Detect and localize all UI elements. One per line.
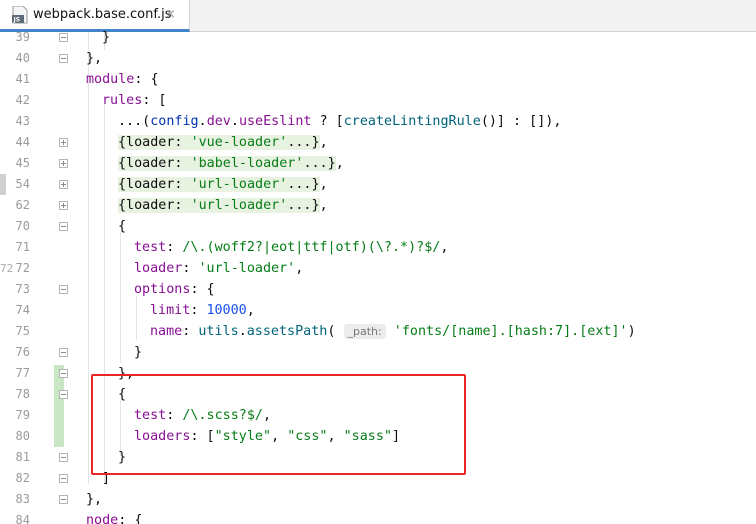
code-line: }, (86, 51, 103, 66)
line-number: 40 (15, 51, 30, 65)
fold-collapse-icon[interactable] (59, 453, 68, 462)
line-number: 71 (15, 240, 30, 254)
line-number: 41 (15, 72, 30, 86)
js-icon-label: JS (13, 17, 21, 24)
fold-collapse-icon[interactable] (59, 54, 68, 63)
line-number: 42 (15, 93, 30, 107)
fold-expand-icon[interactable] (59, 159, 68, 168)
indent-guide (88, 32, 89, 484)
fold-collapse-icon[interactable] (59, 285, 68, 294)
editor-tab-bar: JS webpack.base.conf.js × (0, 0, 756, 32)
fold-collapse-icon[interactable] (59, 474, 68, 483)
line-number: 82 (15, 471, 30, 485)
fold-collapse-icon[interactable] (59, 348, 68, 357)
line-number: 80 (15, 429, 30, 443)
line-number: 70 (15, 219, 30, 233)
line-number: 79 (15, 408, 30, 422)
tab-title: webpack.base.conf.js (33, 7, 172, 22)
code-line: test: /\.(woff2?|eot|ttf|otf)(\?.*)?$/, (134, 240, 449, 255)
left-scroll-marker (0, 174, 6, 195)
line-number-gutter: 39 40 41 42 43 44 45 54 62 70 71 72 73 7… (0, 30, 78, 524)
code-line: }, (86, 492, 103, 507)
folded-code-line[interactable]: {loader: 'babel-loader'...}, (118, 153, 344, 174)
fold-expand-icon[interactable] (59, 180, 68, 189)
line-number: 78 (15, 387, 30, 401)
folded-code-line[interactable]: {loader: 'vue-loader'...}, (118, 132, 328, 153)
line-number: 74 (15, 303, 30, 317)
line-number: 45 (15, 156, 30, 170)
code-line: loader: 'url-loader', (134, 261, 304, 276)
code-line: node: { (86, 513, 143, 524)
code-line: } (102, 30, 111, 45)
code-line: limit: 10000, (150, 303, 255, 318)
line-number: 76 (15, 345, 30, 359)
line-number: 44 (15, 135, 30, 149)
folded-code-line[interactable]: {loader: 'url-loader'...}, (118, 195, 328, 216)
line-number: 83 (15, 492, 30, 506)
code-line: options: { (134, 282, 215, 297)
fold-expand-icon[interactable] (59, 201, 68, 210)
line-number: 77 (15, 366, 30, 380)
code-line: rules: [ (102, 93, 167, 108)
line-number: 81 (15, 450, 30, 464)
left-marker-text: 72 (0, 262, 14, 275)
fold-expand-icon[interactable] (59, 138, 68, 147)
javascript-file-icon: JS (12, 6, 28, 24)
fold-collapse-icon[interactable] (59, 390, 68, 399)
line-number: 43 (15, 114, 30, 128)
indent-guide (136, 296, 137, 340)
fold-collapse-icon[interactable] (59, 495, 68, 504)
line-number: 39 (15, 30, 30, 44)
indent-guide (120, 232, 121, 362)
close-tab-icon[interactable]: × (165, 7, 176, 22)
folded-code-line[interactable]: {loader: 'url-loader'...}, (118, 174, 328, 195)
parameter-hint: _path: (343, 324, 386, 339)
code-line: ...(config.dev.useEslint ? [createLintin… (118, 114, 562, 129)
code-line: module: { (86, 72, 159, 87)
red-highlight-annotation (91, 374, 466, 475)
line-number: 75 (15, 324, 30, 338)
line-number: 62 (15, 198, 30, 212)
line-number: 73 (15, 282, 30, 296)
line-number: 84 (15, 513, 30, 524)
fold-collapse-icon[interactable] (59, 33, 68, 42)
code-line: } (134, 345, 143, 360)
code-line: name: utils.assetsPath( _path: 'fonts/[n… (150, 324, 636, 339)
fold-collapse-icon[interactable] (59, 369, 68, 378)
fold-collapse-icon[interactable] (59, 222, 68, 231)
code-line: { (118, 219, 127, 234)
